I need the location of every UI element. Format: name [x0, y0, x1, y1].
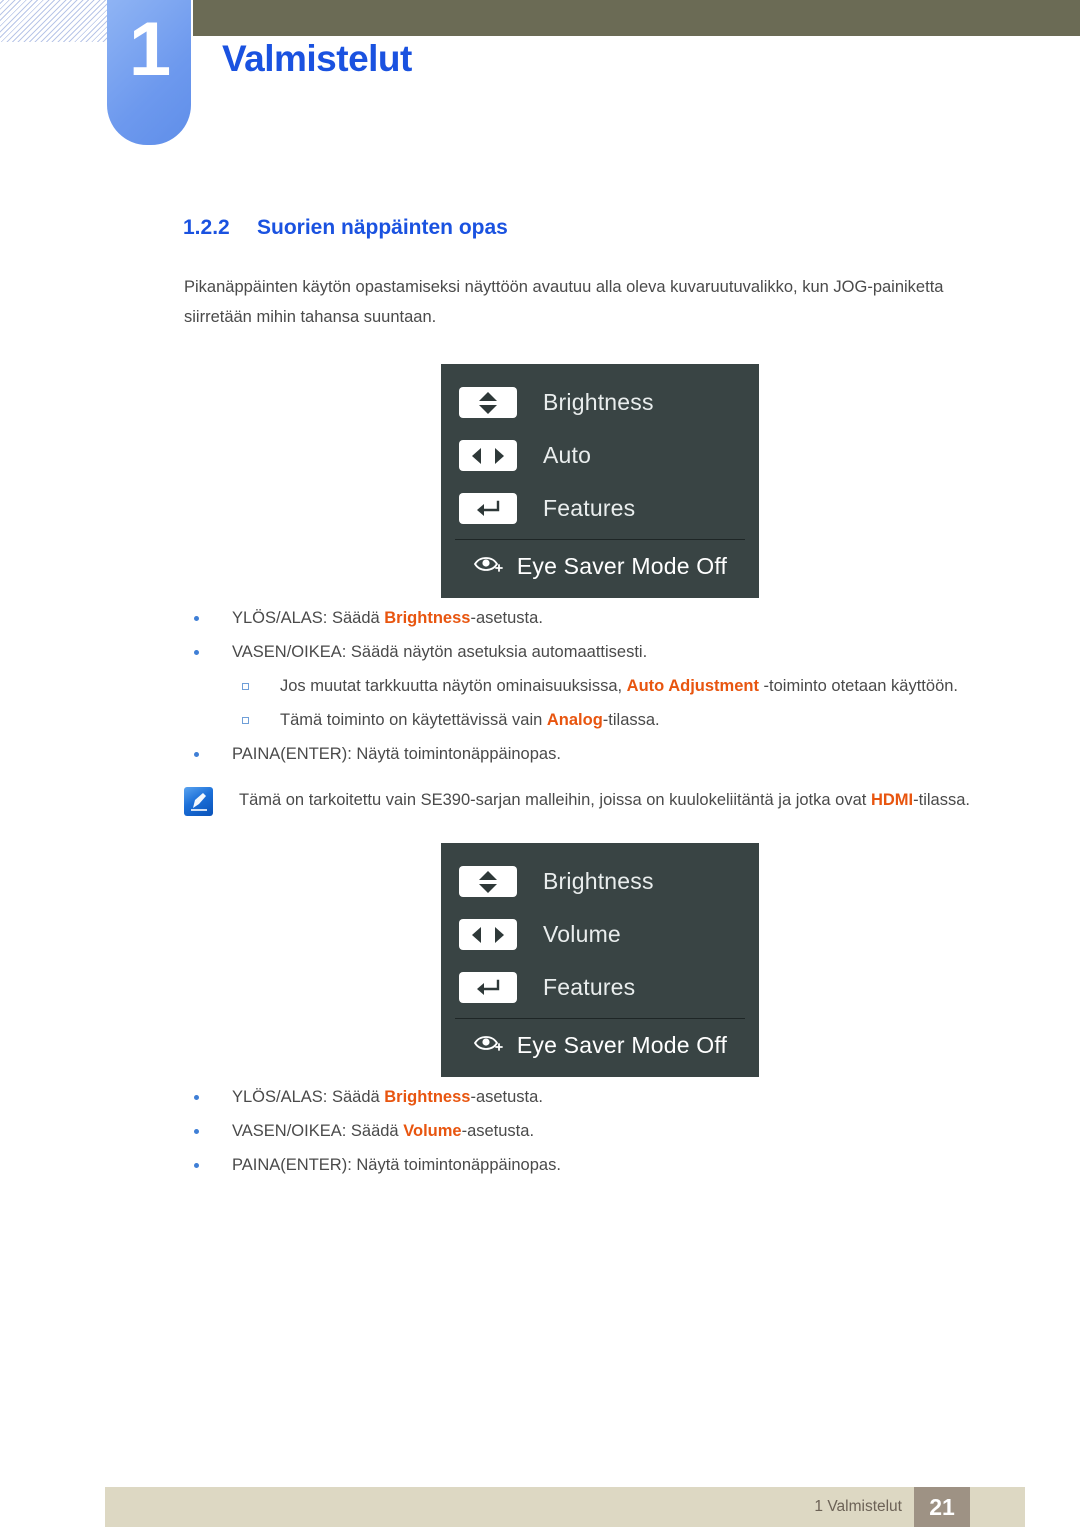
chapter-title: Valmistelut	[222, 38, 412, 79]
bullet-list-2: YLÖS/ALAS: Säädä Brightness-asetusta. VAS…	[184, 1080, 1014, 1182]
osd-row-label: Brightness	[543, 389, 654, 415]
sub-bullet-item: Jos muutat tarkkuutta näytön ominaisuuks…	[184, 669, 1014, 703]
footer-page-number: 21	[914, 1487, 970, 1527]
bullet-item: YLÖS/ALAS: Säädä Brightness-asetusta.	[184, 601, 1014, 635]
osd-row: Volume	[441, 908, 759, 961]
text-run: -tilassa.	[602, 711, 660, 729]
osd-footer-row: Eye Saver Mode Off	[441, 540, 759, 592]
note-text: Tämä on tarkoitettu vain SE390-sarjan ma…	[239, 785, 970, 815]
note-block: Tämä on tarkoitettu vain SE390-sarjan ma…	[184, 785, 1014, 816]
osd-row-label: Brightness	[543, 868, 654, 894]
text-run: -asetusta.	[461, 1122, 535, 1140]
section-number: 1.2.2	[183, 216, 230, 239]
eye-saver-icon	[473, 553, 505, 580]
bullet-item: PAINA(ENTER): Näytä toimintonäppäinopas.	[184, 737, 1014, 771]
text-run: VASEN/OIKEA: Säädä näytön asetuksia auto…	[232, 643, 648, 661]
text-run: Jos muutat tarkkuutta näytön ominaisuuks…	[280, 677, 627, 695]
chapter-tab: 1	[107, 0, 191, 145]
keyword-highlight: Brightness	[384, 609, 471, 627]
eye-saver-icon	[473, 1032, 505, 1059]
bullet-list-1: YLÖS/ALAS: Säädä Brightness-asetusta. VAS…	[184, 601, 1014, 771]
osd-row: Features	[441, 961, 759, 1014]
text-run: -asetusta.	[470, 609, 543, 627]
bullet-item: VASEN/OIKEA: Säädä Volume-asetusta.	[184, 1114, 1014, 1148]
text-run: -toiminto otetaan käyttöön.	[758, 677, 958, 695]
osd-footer-label: Eye Saver Mode Off	[516, 552, 728, 579]
text-run: Tämä toiminto on käytettävissä vain	[280, 711, 547, 729]
text-run: YLÖS/ALAS: Säädä	[232, 1088, 385, 1106]
keyword-highlight: Volume	[403, 1122, 462, 1140]
text-run: Tämä on tarkoitettu vain SE390-sarjan ma…	[239, 791, 871, 809]
osd-row-label: Features	[543, 495, 636, 521]
sub-bullet-item: Tämä toiminto on käytettävissä vain Anal…	[184, 703, 1014, 737]
chapter-number: 1	[128, 7, 171, 92]
keyword-highlight: Analog	[546, 711, 603, 729]
enter-arrow-icon	[459, 972, 517, 1003]
text-run: -asetusta.	[470, 1088, 543, 1106]
keyword-highlight: Brightness	[384, 1088, 471, 1106]
osd-row-label: Features	[543, 974, 636, 1000]
text-run: -tilassa.	[913, 791, 970, 809]
section-title: Suorien näppäinten opas	[257, 216, 508, 239]
osd-row-label: Volume	[543, 921, 621, 947]
keyword-highlight: Auto Adjustment	[626, 677, 759, 695]
osd-row: Brightness	[441, 855, 759, 908]
page-footer: 1 Valmistelut 21	[105, 1487, 1025, 1527]
bullet-item: YLÖS/ALAS: Säädä Brightness-asetusta.	[184, 1080, 1014, 1114]
osd-menu-1: Brightness Auto Features Eye Saver Mode …	[441, 364, 759, 598]
bullet-item: VASEN/OIKEA: Säädä näytön asetuksia auto…	[184, 635, 1014, 669]
text-run: PAINA(ENTER): Näytä toimintonäppäinopas.	[232, 745, 561, 763]
left-right-arrows-icon	[459, 919, 517, 950]
text-run: VASEN/OIKEA: Säädä	[232, 1122, 404, 1140]
osd-row: Features	[441, 482, 759, 535]
enter-arrow-icon	[459, 493, 517, 524]
note-pen-icon	[184, 787, 213, 816]
header-olive-bar	[193, 0, 1080, 36]
up-down-arrows-icon	[459, 866, 517, 897]
osd-row: Brightness	[441, 376, 759, 429]
text-run: YLÖS/ALAS: Säädä	[232, 609, 385, 627]
osd-row: Auto	[441, 429, 759, 482]
left-right-arrows-icon	[459, 440, 517, 471]
section-heading: 1.2.2 Suorien näppäinten opas	[183, 216, 508, 240]
bullet-item: PAINA(ENTER): Näytä toimintonäppäinopas.	[184, 1148, 1014, 1182]
footer-label: 1 Valmistelut	[814, 1498, 902, 1515]
decorative-hatch-pattern	[0, 0, 108, 42]
osd-footer-row: Eye Saver Mode Off	[441, 1019, 759, 1071]
up-down-arrows-icon	[459, 387, 517, 418]
osd-footer-label: Eye Saver Mode Off	[516, 1031, 728, 1058]
page-header: 1 Valmistelut	[0, 0, 1080, 175]
osd-row-label: Auto	[543, 442, 592, 468]
osd-menu-2: Brightness Volume Features Eye Saver Mod…	[441, 843, 759, 1077]
intro-paragraph: Pikanäppäinten käytön opastamiseksi näyt…	[184, 278, 944, 326]
keyword-highlight: HDMI	[870, 791, 914, 809]
text-run: PAINA(ENTER): Näytä toimintonäppäinopas.	[232, 1156, 561, 1174]
